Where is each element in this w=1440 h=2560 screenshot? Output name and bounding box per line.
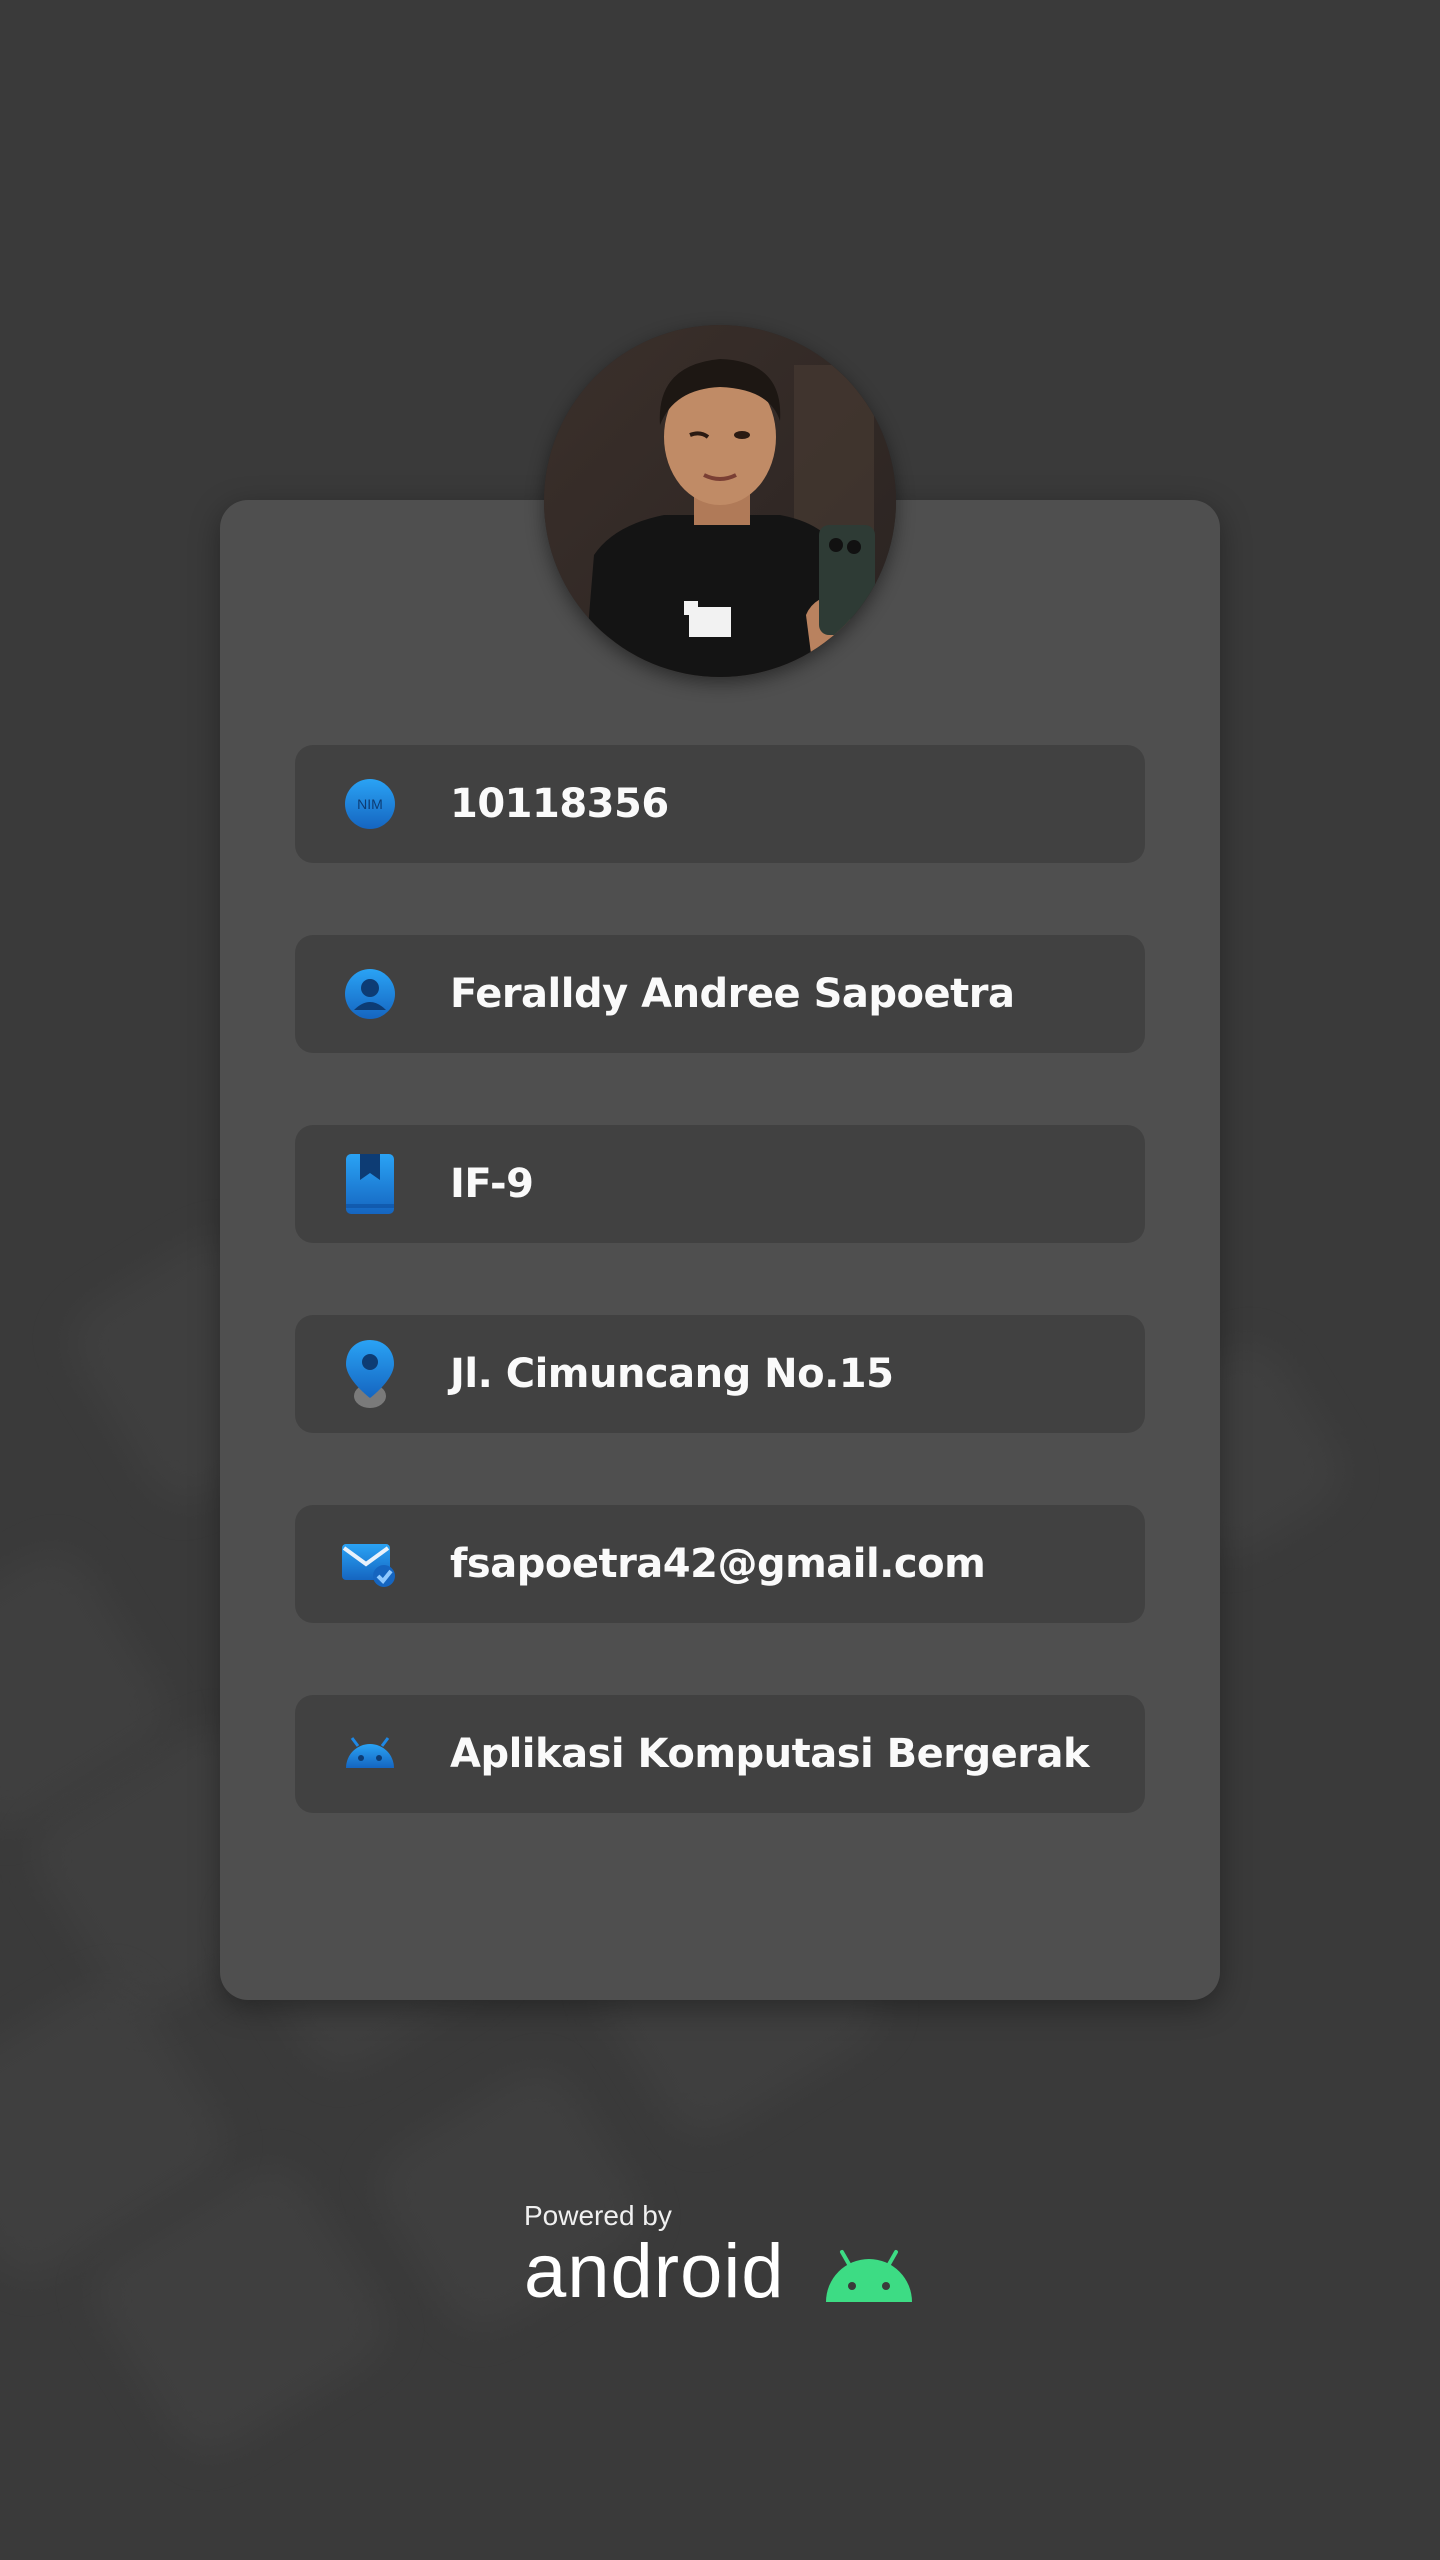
- svg-text:NIM: NIM: [357, 796, 383, 812]
- field-row-nim: NIM 10118356: [295, 745, 1145, 863]
- email-value: fsapoetra42@gmail.com: [450, 1541, 986, 1587]
- address-value: Jl. Cimuncang No.15: [450, 1351, 894, 1397]
- android-robot-icon: [826, 2250, 912, 2302]
- android-wordmark: android: [524, 2229, 785, 2314]
- class-value: IF-9: [450, 1161, 534, 1207]
- field-row-name: Feralldy Andree Sapoetra: [295, 935, 1145, 1053]
- location-pin-icon: [340, 1340, 400, 1408]
- field-row-course: Aplikasi Komputasi Bergerak: [295, 1695, 1145, 1813]
- bookmark-book-icon: [340, 1154, 400, 1214]
- course-value: Aplikasi Komputasi Bergerak: [450, 1731, 1090, 1777]
- field-row-address: Jl. Cimuncang No.15: [295, 1315, 1145, 1433]
- nim-value: 10118356: [450, 781, 669, 827]
- powered-by-android: Powered by android: [524, 2200, 944, 2320]
- person-icon: [340, 964, 400, 1024]
- email-verified-icon: [340, 1534, 400, 1594]
- name-value: Feralldy Andree Sapoetra: [450, 971, 1015, 1017]
- profile-photo: [544, 325, 896, 677]
- avatar: [544, 325, 896, 677]
- profile-card: NIM 10118356 Feralldy Andree Sapoetra IF…: [220, 500, 1220, 2000]
- field-row-email: fsapoetra42@gmail.com: [295, 1505, 1145, 1623]
- nim-icon: NIM: [340, 774, 400, 834]
- field-row-class: IF-9: [295, 1125, 1145, 1243]
- powered-by-label: Powered by: [524, 2200, 672, 2231]
- android-icon: [340, 1724, 400, 1784]
